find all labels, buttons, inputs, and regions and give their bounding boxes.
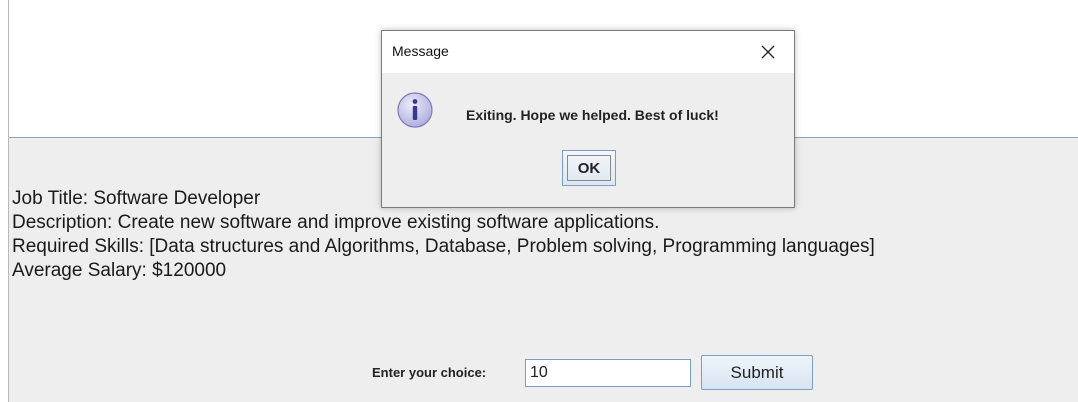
ok-button[interactable]: OK: [562, 150, 616, 186]
close-icon[interactable]: [755, 39, 781, 65]
dialog-message: Exiting. Hope we helped. Best of luck!: [466, 107, 719, 123]
message-dialog: Message Exiting. Hope we helped. Best of…: [381, 30, 795, 208]
job-skills-text: Required Skills: [Data structures and Al…: [12, 236, 875, 257]
dialog-title: Message: [392, 43, 449, 59]
job-description-text: Description: Create new software and imp…: [12, 212, 660, 233]
dialog-titlebar[interactable]: Message: [382, 31, 794, 73]
info-icon: [396, 91, 434, 129]
submit-button[interactable]: Submit: [701, 355, 813, 390]
choice-label: Enter your choice:: [372, 365, 487, 380]
ok-button-label: OK: [567, 155, 611, 181]
job-salary-text: Average Salary: $120000: [12, 260, 227, 281]
choice-input[interactable]: [525, 359, 691, 387]
